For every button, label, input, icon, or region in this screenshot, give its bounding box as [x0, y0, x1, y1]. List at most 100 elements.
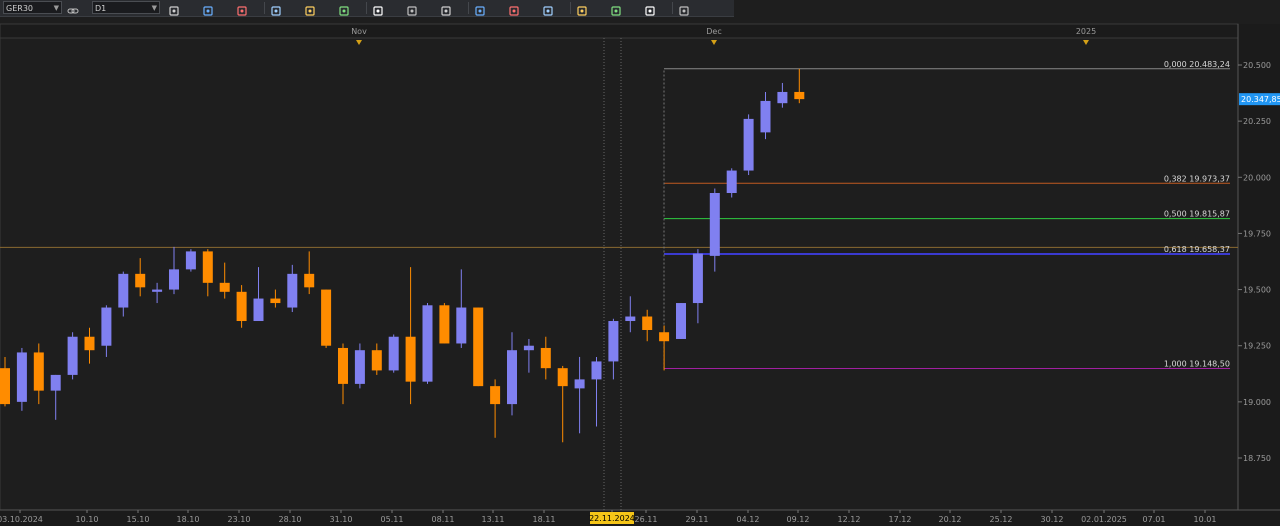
candle-body — [33, 352, 44, 391]
candle-body — [760, 100, 771, 133]
candle-body — [50, 374, 61, 391]
candle — [473, 307, 484, 387]
candle — [321, 289, 332, 348]
fibonacci-label: 0,500 19.815,87 — [1164, 210, 1230, 219]
period-marker-label: Nov — [351, 27, 367, 36]
fibonacci-label: 0,382 19.973,37 — [1164, 174, 1230, 183]
candle-body — [219, 282, 230, 292]
price-tick-label: 19.250 — [1243, 342, 1271, 351]
date-cursor-label: 22.11.2024 — [589, 514, 635, 523]
candle-body — [371, 350, 382, 371]
candle-body — [118, 273, 129, 308]
candle-body — [726, 170, 737, 194]
candle — [422, 303, 433, 384]
time-tick-label: 28.10 — [279, 515, 302, 524]
time-tick-label: 17.12 — [889, 515, 912, 524]
time-tick-label: 05.11 — [381, 515, 404, 524]
price-tick-label: 19.500 — [1243, 286, 1271, 295]
candle-body — [523, 345, 534, 351]
candle-body — [253, 298, 264, 322]
candle-body — [422, 305, 433, 382]
price-tick-label: 19.750 — [1243, 229, 1271, 238]
candle-body — [270, 298, 281, 304]
time-tick-label: 29.11 — [686, 515, 709, 524]
price-tick-label: 18.750 — [1243, 454, 1271, 463]
candle-body — [557, 368, 568, 387]
fibonacci-label: 0,618 19.658,37 — [1164, 245, 1230, 254]
price-tick-label: 20.500 — [1243, 61, 1271, 70]
candle-body — [185, 251, 196, 270]
time-tick-label: 08.11 — [432, 515, 455, 524]
candle-body — [692, 253, 703, 304]
time-tick-label: 26.11 — [635, 515, 658, 524]
candle-body — [236, 291, 247, 322]
time-tick-label: 15.10 — [127, 515, 150, 524]
candle-body — [456, 307, 467, 344]
candle — [67, 332, 78, 380]
candle — [743, 114, 754, 176]
price-tick-label: 20.250 — [1243, 117, 1271, 126]
time-tick-label: 18.10 — [177, 515, 200, 524]
candle — [388, 334, 399, 373]
candle-body — [152, 289, 163, 292]
candle-body — [321, 289, 332, 346]
candle-body — [338, 347, 348, 384]
price-tick-label: 20.000 — [1243, 173, 1271, 182]
candle-body — [642, 316, 653, 330]
period-marker-label: Dec — [706, 27, 721, 36]
candle-body — [591, 361, 602, 380]
candle-body — [608, 321, 619, 362]
time-tick-label: 09.12 — [787, 515, 810, 524]
candle-body — [490, 386, 501, 405]
time-tick-label: 03.10.2024 — [0, 515, 43, 524]
time-tick-label: 02.01.2025 — [1081, 515, 1127, 524]
candle-body — [388, 336, 399, 371]
fibonacci-label: 0,000 20.483,24 — [1164, 60, 1230, 69]
time-tick-label: 30.12 — [1041, 515, 1064, 524]
candle — [676, 303, 686, 339]
candle-body — [84, 336, 95, 351]
period-strip — [0, 23, 1239, 39]
price-tick-label: 19.000 — [1243, 398, 1271, 407]
candle-body — [794, 91, 805, 100]
candle — [439, 303, 450, 344]
time-tick-label: 13.11 — [482, 515, 505, 524]
time-tick-label: 04.12 — [737, 515, 760, 524]
candle-body — [67, 336, 78, 375]
candle-body — [659, 332, 670, 342]
candle-body — [473, 307, 484, 387]
time-tick-label: 07.01 — [1143, 515, 1166, 524]
candle-body — [202, 251, 213, 283]
candle-body — [743, 118, 754, 171]
current-price-label: 20.347,85 — [1241, 95, 1280, 104]
candle — [185, 249, 196, 272]
candle — [16, 347, 27, 411]
candle-body — [304, 273, 315, 288]
plot-area — [0, 37, 1239, 511]
price-chart[interactable]: 20.500 20.250 20.000 19.750 19.500 19.250 19.0… — [0, 0, 1280, 526]
candle-body — [354, 350, 365, 384]
candle-body — [540, 347, 551, 369]
candle-body — [676, 303, 686, 339]
time-tick-label: 18.11 — [533, 515, 556, 524]
candle-body — [0, 368, 10, 405]
time-tick-label: 20.12 — [939, 515, 962, 524]
candle-body — [777, 91, 788, 104]
candle — [354, 343, 365, 389]
time-tick-label: 31.10 — [330, 515, 353, 524]
candle-body — [574, 379, 585, 389]
period-marker-label: 2025 — [1076, 27, 1096, 36]
candle-body — [101, 307, 112, 346]
candle-body — [135, 273, 146, 288]
candle-body — [405, 336, 416, 382]
time-tick-label: 10.01 — [1194, 515, 1217, 524]
candle-body — [439, 305, 450, 344]
candle-body — [709, 193, 720, 256]
candle-body — [169, 269, 179, 290]
time-tick-label: 10.10 — [76, 515, 99, 524]
time-tick-label: 25.12 — [990, 515, 1013, 524]
candle-body — [16, 352, 27, 402]
candle-body — [507, 350, 517, 405]
candle-body — [625, 316, 636, 322]
time-tick-label: 12.12 — [838, 515, 861, 524]
